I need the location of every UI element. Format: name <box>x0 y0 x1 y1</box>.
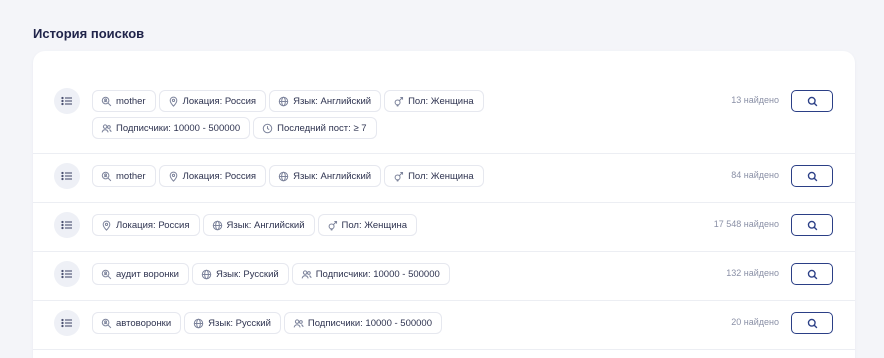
filter-chip: mother <box>92 90 156 112</box>
filter-chip: аудит воронки <box>92 263 189 285</box>
filter-chip: Язык: Английский <box>269 90 382 112</box>
filter-chip-label: Подписчики: 10000 - 500000 <box>315 268 440 280</box>
filter-chip: Подписчики: 10000 - 500000 <box>283 312 442 334</box>
globe-icon <box>278 171 289 182</box>
filter-chip: Язык: Русский <box>191 263 289 285</box>
list-icon <box>61 220 73 230</box>
filter-chip: Пол: Женщина <box>317 214 418 236</box>
filter-chip-label: Пол: Женщина <box>408 95 474 107</box>
filter-chip-label: Язык: Английский <box>293 170 372 182</box>
filter-chip-label: Язык: Русский <box>208 317 271 329</box>
filter-chip: Пол: Женщина <box>384 165 484 187</box>
results-count: 20 найдено <box>731 317 779 327</box>
filter-chip: Подписчики: 10000 - 500000 <box>92 117 251 139</box>
filter-chip-label: Язык: Русский <box>215 268 279 280</box>
row-menu-button[interactable] <box>54 261 80 287</box>
filter-chip: Язык: Английский <box>269 165 382 187</box>
filter-chip: Язык: Русский <box>184 312 281 334</box>
filter-chip: Локация: Россия <box>158 90 267 112</box>
results-count: 132 найдено <box>726 268 779 278</box>
filter-chip: Последний пост: ≥ 7 <box>253 117 377 139</box>
history-row: mother Локация: Россия Язык: Английский Пол… <box>33 51 855 154</box>
repeat-search-button[interactable] <box>791 263 833 285</box>
filter-chip: Пол: Женщина <box>384 90 484 112</box>
followers-icon <box>101 123 112 134</box>
filter-chips: Локация: Россия Язык: Английский Пол: Женщ… <box>92 214 562 236</box>
filter-chip: Подписчики: 10000 - 500000 <box>291 263 450 285</box>
list-icon <box>61 96 73 106</box>
filter-chip-label: Язык: Английский <box>293 95 372 107</box>
gender-icon <box>393 96 404 107</box>
results-count: 17 548 найдено <box>713 219 779 229</box>
filter-chip-label: Пол: Женщина <box>408 170 474 182</box>
filter-chip: mother <box>92 165 156 187</box>
filter-chip-label: Пол: Женщина <box>341 219 408 231</box>
search-icon <box>807 171 818 182</box>
gender-icon <box>393 171 404 182</box>
filter-chip: автоворонки <box>92 312 182 334</box>
search-icon <box>807 220 818 231</box>
repeat-search-button[interactable] <box>791 214 833 236</box>
filter-chips: mother Локация: Россия Язык: Английский Пол… <box>92 90 562 139</box>
filter-chip-label: mother <box>116 170 146 182</box>
followers-icon <box>301 269 312 280</box>
filter-chip-label: Последний пост: ≥ 7 <box>277 122 367 134</box>
search-icon <box>807 96 818 107</box>
history-row: аудит воронки Язык: Русский Подписчики: 10… <box>33 252 855 301</box>
search-icon <box>807 318 818 329</box>
filter-chip-label: Локация: Россия <box>116 219 190 231</box>
filter-chip-label: Локация: Россия <box>182 170 257 182</box>
history-row: mother Локация: Россия Язык: Английский Пол… <box>33 154 855 203</box>
globe-icon <box>278 96 289 107</box>
list-icon <box>61 171 73 181</box>
search-history-card: mother Локация: Россия Язык: Английский Пол… <box>33 51 855 358</box>
list-icon <box>61 318 73 328</box>
search-people-icon <box>101 269 112 280</box>
row-menu-button[interactable] <box>54 212 80 238</box>
row-menu-button[interactable] <box>54 163 80 189</box>
results-count: 13 найдено <box>731 95 779 105</box>
results-count: 84 найдено <box>731 170 779 180</box>
history-row: Локация: Россия Язык: Английский Пол: Женщ… <box>33 203 855 252</box>
filter-chips: аудит воронки Язык: Русский Подписчики: 10… <box>92 263 562 285</box>
location-pin-icon <box>168 171 179 182</box>
filter-chip-label: аудит воронки <box>116 268 179 280</box>
repeat-search-button[interactable] <box>791 165 833 187</box>
filter-chips: mother Локация: Россия Язык: Английский Пол… <box>92 165 562 187</box>
filter-chip: Локация: Россия <box>158 165 267 187</box>
filter-chip-label: Подписчики: 10000 - 500000 <box>116 122 241 134</box>
search-people-icon <box>101 171 112 182</box>
search-people-icon <box>101 96 112 107</box>
filter-chip-label: mother <box>116 95 146 107</box>
filter-chip: Язык: Английский <box>202 214 315 236</box>
globe-icon <box>212 220 223 231</box>
filter-chip-label: Язык: Английский <box>226 219 305 231</box>
filter-chip: Локация: Россия <box>92 214 200 236</box>
history-row: автоворонки Язык: Русский Подписчики: 1000… <box>33 301 855 350</box>
row-menu-button[interactable] <box>54 310 80 336</box>
globe-icon <box>201 269 212 280</box>
filter-chip-label: Локация: Россия <box>182 95 257 107</box>
repeat-search-button[interactable] <box>791 90 833 112</box>
filter-chips: автоворонки Язык: Русский Подписчики: 1000… <box>92 312 562 334</box>
gender-icon <box>327 220 338 231</box>
filter-chip-label: автоворонки <box>116 317 172 329</box>
followers-icon <box>293 318 304 329</box>
repeat-search-button[interactable] <box>791 312 833 334</box>
location-pin-icon <box>168 96 179 107</box>
row-menu-button[interactable] <box>54 88 80 114</box>
location-pin-icon <box>101 220 112 231</box>
filter-chip-label: Подписчики: 10000 - 500000 <box>307 317 432 329</box>
globe-icon <box>193 318 204 329</box>
list-icon <box>61 269 73 279</box>
search-icon <box>807 269 818 280</box>
search-people-icon <box>101 318 112 329</box>
page-title: История поисков <box>33 26 145 41</box>
clock-icon <box>262 123 273 134</box>
